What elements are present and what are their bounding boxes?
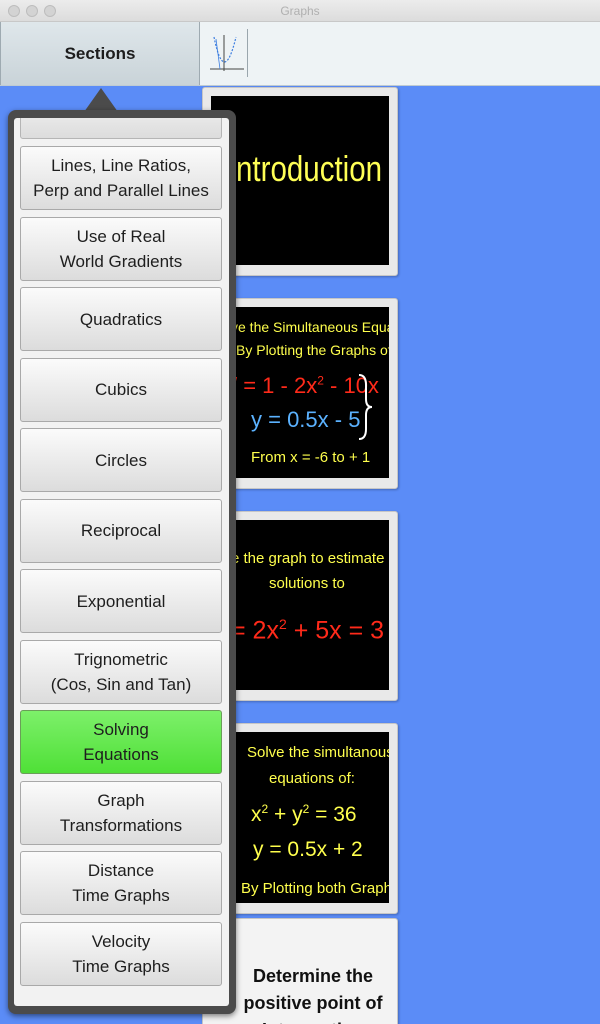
section-item[interactable]: Velocity Time Graphs	[20, 921, 222, 986]
section-item[interactable]: Distance Time Graphs	[20, 851, 222, 915]
graph-thumbnail-button[interactable]	[206, 29, 248, 77]
card-estimate-screen: e the graph to estimate both solutions t…	[211, 520, 389, 690]
section-item[interactable]: Trignometric (Cos, Sin and Tan)	[20, 639, 222, 704]
brace-icon	[358, 374, 373, 440]
equation-1-part-a: / = 1 - 2x	[231, 373, 318, 398]
section-item[interactable]: Cubics	[20, 357, 222, 422]
circle-line2: equations of:	[269, 770, 355, 787]
section-item[interactable]: Exponential	[20, 569, 222, 633]
estimate-equation-exponent: 2	[278, 616, 287, 632]
sections-popover: Lines, Line Ratios, Perp and Parallel Li…	[8, 110, 236, 1014]
window-titlebar: Graphs	[0, 0, 600, 22]
card-introduction-screen: ntroduction	[211, 96, 389, 265]
popover-arrow	[84, 88, 118, 112]
circle-eq-x: x	[251, 803, 262, 826]
section-item[interactable]: Lines, Line Ratios, Perp and Parallel Li…	[20, 146, 222, 210]
circle-line1: Solve the simultanous	[247, 744, 389, 761]
estimate-equation-part-a: = 2x	[231, 616, 279, 645]
section-item[interactable]: Quadratics	[20, 287, 222, 351]
section-item[interactable]: Graph Transformations	[20, 780, 222, 845]
graph-icon	[210, 35, 244, 71]
section-item[interactable]: Reciprocal	[20, 498, 222, 563]
circle-eq-y: + y	[268, 803, 303, 826]
sections-button[interactable]: Sections	[0, 22, 200, 85]
positive-point-text: Determine the positive point of Intersec…	[243, 966, 383, 1024]
simultaneous-equation-2: y = 0.5x - 5	[251, 407, 361, 432]
estimate-line1: e the graph to estimate both	[231, 550, 389, 567]
circle-line3: By Plotting both Graphs	[241, 880, 389, 897]
section-item[interactable]: Circles	[20, 428, 222, 492]
simultaneous-line1: ve the Simultaneous Equations	[231, 319, 389, 335]
circle-equation-1: x2 + y2 = 36	[251, 802, 357, 827]
section-item[interactable]: Solving Equations	[20, 710, 222, 774]
equation-1-exponent: 2	[317, 373, 324, 388]
card-circle-screen: Solve the simultanous equations of: x2 +…	[211, 732, 389, 903]
sections-list-partial-item[interactable]	[20, 118, 222, 139]
section-item[interactable]: Use of Real World Gradients	[20, 216, 222, 281]
estimate-equation-part-b: + 5x = 3	[286, 616, 385, 645]
simultaneous-range: From x = -6 to + 1	[251, 449, 371, 466]
circle-eq-rhs: = 36	[309, 803, 357, 826]
circle-equation-2: y = 0.5x + 2	[253, 838, 363, 861]
toolbar: Sections	[0, 22, 600, 86]
sections-list[interactable]: Lines, Line Ratios, Perp and Parallel Li…	[14, 118, 229, 1006]
introduction-title: ntroduction	[236, 148, 383, 189]
estimate-equation: = 2x2 + 5x = 3	[231, 616, 384, 645]
estimate-line2: solutions to	[269, 575, 345, 592]
card-simultaneous-screen: ve the Simultaneous Equations By Plottin…	[211, 307, 389, 478]
window-title: Graphs	[280, 4, 320, 18]
simultaneous-line2: By Plotting the Graphs of:	[236, 342, 389, 358]
